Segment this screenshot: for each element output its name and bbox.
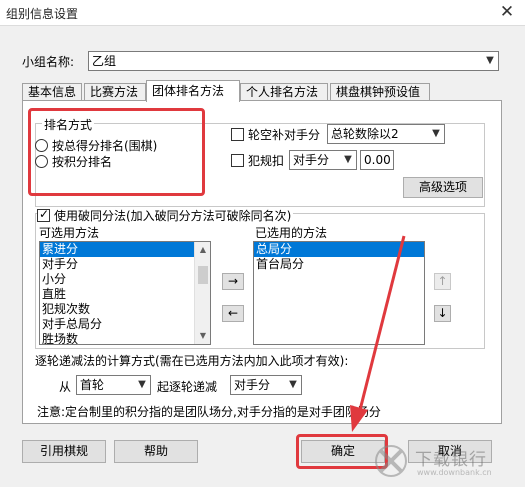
scroll-up-icon[interactable]: ▲ — [195, 242, 210, 258]
foul-checkbox[interactable]: 犯规扣 — [231, 152, 284, 169]
available-methods-list[interactable]: 累进分对手分小分直胜犯规次数对手总局分胜场数胜对手分 ▲ ▼ — [39, 241, 211, 345]
group-name-combo[interactable]: 乙组 ▼ — [88, 51, 499, 71]
watermark-url: www.downbank.cn — [417, 468, 492, 477]
list-item[interactable]: 胜场数 — [40, 332, 194, 344]
list-item[interactable]: 累进分 — [40, 242, 194, 257]
watermark-logo-icon — [375, 445, 407, 477]
bye-checkbox[interactable]: 轮空补对手分 — [231, 126, 320, 143]
use-tiebreak-checkbox[interactable]: 使用破同分法(加入破同分方法可破除同名次) — [37, 207, 294, 224]
decrement-method-value: 对手分 — [234, 378, 271, 392]
bye-combo[interactable]: 总轮数除以2 ▼ — [327, 124, 445, 144]
tab-basic-info[interactable]: 基本信息 — [22, 83, 82, 101]
start-round-value: 首轮 — [80, 378, 105, 392]
ranking-title: 排名方式 — [42, 116, 95, 133]
bye-value: 总轮数除以2 — [331, 127, 399, 141]
list-item[interactable]: 对手分 — [40, 257, 194, 272]
checkbox-box — [231, 128, 244, 141]
add-method-button[interactable]: → — [222, 273, 244, 290]
list-item[interactable]: 总局分 — [254, 242, 424, 257]
advanced-options-button[interactable]: 高级选项 — [403, 177, 483, 198]
tab-match-method[interactable]: 比赛方法 — [84, 83, 146, 101]
tab-individual-ranking[interactable]: 个人排名方法 — [240, 83, 328, 101]
note-text: 注意:定台制里的积分指的是团队场分,对手分指的是对手团队场分 — [37, 405, 381, 419]
selected-methods-label: 已选用的方法 — [255, 226, 328, 240]
list-item[interactable]: 犯规次数 — [40, 302, 194, 317]
scroll-down-icon[interactable]: ▼ — [195, 328, 210, 344]
decrement-description: 逐轮递减法的计算方式(需在已选用方法内加入此项才有效): — [35, 354, 349, 368]
rank-by-total-score-label: 按总得分排名(围棋) — [52, 139, 158, 153]
chevron-down-icon[interactable]: ▼ — [482, 52, 498, 70]
list-item[interactable]: 首台局分 — [254, 257, 424, 272]
tab-team-ranking[interactable]: 团体排名方法 — [146, 80, 240, 102]
title-bar: 组别信息设置 ✕ — [0, 0, 525, 26]
checkbox-box — [231, 154, 244, 167]
selected-methods-list[interactable]: 总局分 首台局分 — [253, 241, 425, 345]
watermark-text: 下载银行 — [415, 450, 487, 470]
close-icon[interactable]: ✕ — [497, 2, 517, 22]
bye-label: 轮空补对手分 — [248, 128, 321, 142]
decrement-mid-label: 起逐轮递减 — [157, 380, 218, 394]
cite-rules-button[interactable]: 引用棋规 — [22, 440, 106, 463]
group-name-label: 小组名称: — [22, 55, 75, 69]
rank-by-total-score-radio[interactable]: 按总得分排名(围棋) — [35, 137, 157, 154]
list-item[interactable]: 直胜 — [40, 287, 194, 302]
rank-by-points-radio[interactable]: 按积分排名 — [35, 153, 112, 170]
foul-amount-input[interactable]: 0.00 — [360, 150, 394, 170]
from-label: 从 — [59, 380, 72, 394]
foul-type-combo[interactable]: 对手分 ▼ — [289, 150, 357, 170]
foul-label: 犯规扣 — [248, 154, 285, 168]
scroll-thumb[interactable] — [198, 266, 208, 284]
move-up-button[interactable]: ↑ — [434, 273, 451, 290]
chevron-down-icon[interactable]: ▼ — [340, 151, 356, 169]
watermark: 下载银行 www.downbank.cn — [369, 443, 519, 481]
use-tiebreak-label: 使用破同分法(加入破同分方法可破除同名次) — [54, 209, 292, 223]
chevron-down-icon[interactable]: ▼ — [134, 376, 150, 394]
tab-panel-team-ranking: 排名方式 按总得分排名(围棋) 按积分排名 轮空补对手分 总轮数除以2 ▼ 犯规… — [22, 100, 502, 424]
remove-method-button[interactable]: ← — [222, 305, 244, 322]
start-round-combo[interactable]: 首轮 ▼ — [76, 375, 151, 395]
decrement-method-combo[interactable]: 对手分 ▼ — [230, 375, 302, 395]
chevron-down-icon[interactable]: ▼ — [428, 125, 444, 143]
chevron-down-icon[interactable]: ▼ — [285, 376, 301, 394]
checkbox-box — [37, 207, 50, 222]
scrollbar[interactable]: ▲ ▼ — [194, 242, 210, 344]
list-item[interactable]: 小分 — [40, 272, 194, 287]
tab-board-clock-preset[interactable]: 棋盘棋钟预设值 — [330, 83, 430, 101]
available-methods-label: 可选用方法 — [39, 226, 100, 240]
move-down-button[interactable]: ↓ — [434, 305, 451, 322]
foul-type-value: 对手分 — [293, 153, 330, 167]
group-name-value: 乙组 — [92, 54, 117, 68]
list-item[interactable]: 对手总局分 — [40, 317, 194, 332]
rank-by-points-label: 按积分排名 — [52, 155, 113, 169]
radio-circle — [35, 139, 48, 152]
help-button[interactable]: 帮助 — [114, 440, 198, 463]
radio-circle — [35, 155, 48, 168]
window-title: 组别信息设置 — [6, 7, 79, 21]
